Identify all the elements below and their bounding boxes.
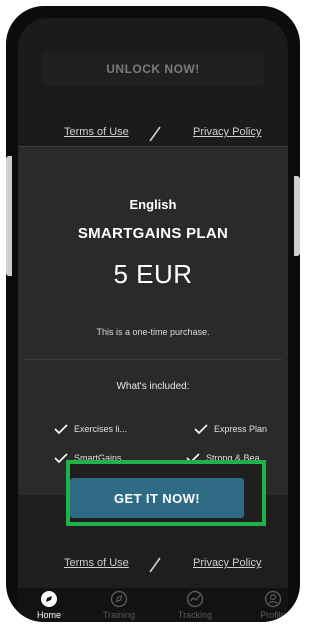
included-title: What's included: [116,381,190,392]
nav-label: Tracking [177,610,213,620]
check-icon [194,424,208,434]
top-section: UNLOCK NOW! Terms of Use Privacy Policy [18,18,288,146]
privacy-policy-link[interactable]: Privacy Policy [193,126,261,138]
nav-item-training[interactable]: Training [92,588,146,622]
slash-divider-icon [149,126,161,142]
privacy-policy-link[interactable]: Privacy Policy [193,557,261,569]
purchase-note: This is a one-time purchase. [96,327,210,337]
plan-language: English [129,197,177,212]
feature-item: Exercises li... [54,424,127,434]
compass-icon [41,591,57,607]
feature-label: Express Plan [214,424,268,434]
feature-label: Exercises li... [74,424,128,434]
terms-of-use-link[interactable]: Terms of Use [64,557,129,569]
nav-item-home[interactable]: Home [22,588,76,622]
terms-of-use-link[interactable]: Terms of Use [64,126,129,138]
phone-side-button [6,156,12,276]
plan-card: English SMARTGAINS PLAN 5 EUR This is a … [18,146,288,495]
nav-item-tracking[interactable]: Tracking [168,588,222,622]
plan-name: SMARTGAINS PLAN [77,225,229,242]
phone-side-button [294,176,300,256]
check-icon [54,424,68,434]
phone-frame: UNLOCK NOW! Terms of Use Privacy Policy … [6,6,300,622]
get-it-now-button[interactable]: GET IT NOW! [70,478,244,518]
slash-divider-icon [149,557,161,573]
top-links-row: Terms of Use Privacy Policy [18,126,288,146]
app-screen: UNLOCK NOW! Terms of Use Privacy Policy … [18,18,288,622]
plan-price: 5 EUR [113,259,193,289]
nav-label: Home [36,610,61,620]
divider [24,359,282,360]
tracking-icon [186,590,204,608]
nav-item-profile[interactable]: Profile [246,588,288,622]
bottom-nav: Home Training Tracking Profile [18,588,288,622]
nav-label: Profile [260,610,286,620]
training-icon [110,590,128,608]
feature-item: Express Plan [194,424,267,434]
unlock-now-button[interactable]: UNLOCK NOW! [42,52,264,86]
profile-icon [264,590,282,608]
bottom-links-row: Terms of Use Privacy Policy [18,557,288,577]
nav-label: Training [102,610,136,620]
